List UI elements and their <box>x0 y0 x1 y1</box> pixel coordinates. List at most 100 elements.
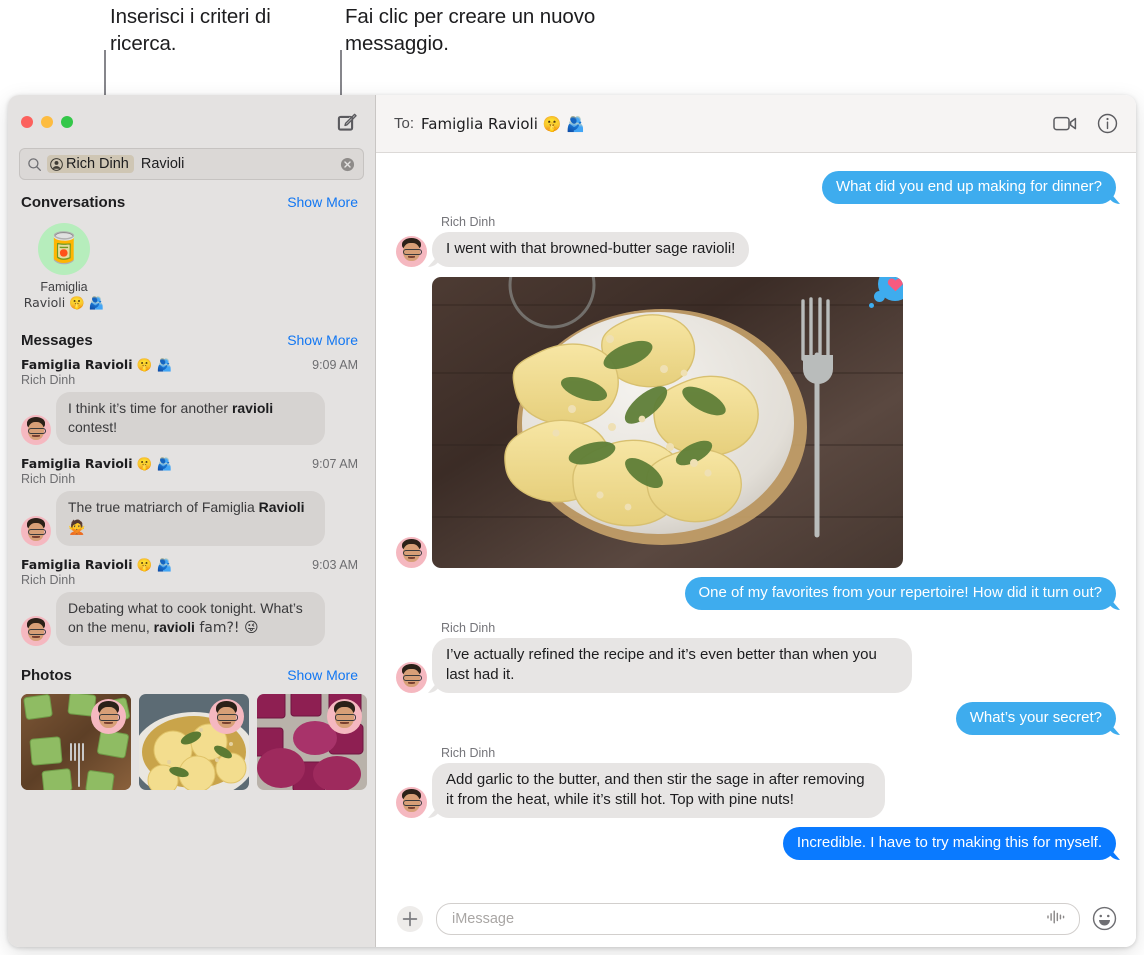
section-title: Photos <box>21 667 72 684</box>
message-result-item[interactable]: Famiglia Ravioli 🤫 🫂 9:09 AM Rich Dinh I… <box>8 355 375 454</box>
message-input[interactable]: iMessage <box>436 903 1080 935</box>
show-more-conversations-link[interactable]: Show More <box>287 194 358 210</box>
message-preview: Debating what to cook tonight. What’s on… <box>56 592 325 646</box>
person-icon <box>50 157 63 171</box>
conversation-header: To: Famiglia Ravioli 🤫 🫂 <box>376 95 1136 153</box>
search-token-label: Rich Dinh <box>66 156 129 172</box>
message-bubble: Incredible. I have to try making this fo… <box>782 827 1116 860</box>
to-label: To: <box>394 115 415 132</box>
conversation-name: Famiglia Ravioli 🤫 🫂 <box>22 280 106 310</box>
conversation-name-line2: Ravioli 🤫 🫂 <box>23 295 105 310</box>
heart-icon <box>887 278 903 291</box>
message-input-placeholder: iMessage <box>452 911 515 927</box>
search-token-contact[interactable]: Rich Dinh <box>47 155 134 173</box>
preview-post: fam?! 😜 <box>194 620 259 636</box>
photo-result-item[interactable] <box>139 694 249 790</box>
close-button[interactable] <box>21 115 33 128</box>
minimize-button[interactable] <box>41 115 53 128</box>
message-composer: iMessage <box>376 891 1136 947</box>
avatar <box>396 662 427 693</box>
message-thread-name: Famiglia Ravioli 🤫 🫂 <box>21 557 173 572</box>
preview-match: Ravioli <box>258 499 305 515</box>
avatar <box>21 516 51 546</box>
photo-sender-avatar <box>91 699 126 734</box>
incoming-message: Rich Dinh I’ve actually refined the reci… <box>396 621 912 693</box>
preview-match: ravioli <box>231 400 274 416</box>
message-preview: I think it’s time for another ravioli co… <box>56 392 325 445</box>
message-timestamp: 9:03 AM <box>312 558 358 572</box>
section-header-conversations: Conversations Show More <box>8 190 375 215</box>
message-timestamp: 9:09 AM <box>312 358 358 372</box>
message-timestamp: 9:07 AM <box>312 457 358 471</box>
message-bubble: What did you end up making for dinner? <box>822 171 1116 204</box>
section-header-photos: Photos Show More <box>8 663 375 688</box>
incoming-message: Rich Dinh Add garlic to the butter, and … <box>396 746 885 818</box>
message-results: Famiglia Ravioli 🤫 🫂 9:09 AM Rich Dinh I… <box>8 353 375 655</box>
message-thread[interactable]: What did you end up making for dinner? R… <box>376 153 1136 891</box>
info-icon <box>1097 113 1118 134</box>
compose-icon <box>337 113 357 131</box>
message-bubble: Add garlic to the butter, and then stir … <box>432 763 885 818</box>
avatar <box>21 415 51 445</box>
search-input[interactable]: Ravioli <box>139 156 335 172</box>
conversation-avatar: 🥫 <box>38 223 90 275</box>
compose-new-message-button[interactable] <box>336 111 358 133</box>
zoom-button[interactable] <box>61 115 73 128</box>
preview-pre: The true matriarch of Famiglia <box>68 499 259 515</box>
message-sender-name: Rich Dinh <box>441 215 496 229</box>
callout-compose-label: Fai clic per creare un nuovo messaggio. <box>345 5 596 55</box>
photo-result-item[interactable] <box>21 694 131 790</box>
message-result-item[interactable]: Famiglia Ravioli 🤫 🫂 9:03 AM Rich Dinh D… <box>8 555 375 655</box>
sidebar: Rich Dinh Ravioli Conversations Show Mor… <box>8 95 376 947</box>
outgoing-message: One of my favorites from your repertoire… <box>684 577 1116 610</box>
audio-waveform-icon <box>1047 910 1065 923</box>
avatar <box>396 537 427 568</box>
conversation-result-item[interactable]: 🥫 Famiglia Ravioli 🤫 🫂 <box>22 223 106 310</box>
video-camera-icon <box>1053 116 1077 131</box>
clear-search-icon[interactable] <box>340 157 355 172</box>
show-more-messages-link[interactable]: Show More <box>287 332 358 348</box>
photo-sender-avatar <box>327 699 362 734</box>
message-bubble: I’ve actually refined the recipe and it’… <box>432 638 912 693</box>
tapback-heart-reaction[interactable] <box>869 277 903 308</box>
callout-search-label: Inserisci i criteri di ricerca. <box>110 5 271 55</box>
preview-pre: I think it’s time for another <box>68 400 232 416</box>
audio-message-button[interactable] <box>1045 909 1067 930</box>
incoming-message: Rich Dinh I went with that browned-butte… <box>396 215 750 267</box>
message-bubble: I went with that browned-butter sage rav… <box>432 232 750 267</box>
message-bubble: What’s your secret? <box>955 702 1116 735</box>
avatar <box>396 236 427 267</box>
messages-window: Rich Dinh Ravioli Conversations Show Mor… <box>8 95 1136 947</box>
recipient-name[interactable]: Famiglia Ravioli 🤫 🫂 <box>421 115 585 133</box>
photo-attachment[interactable] <box>432 277 903 568</box>
show-more-photos-link[interactable]: Show More <box>287 667 358 683</box>
avatar <box>396 787 427 818</box>
message-sender: Rich Dinh <box>21 573 76 587</box>
search-results-list[interactable]: Conversations Show More 🥫 Famiglia Ravio… <box>8 190 375 947</box>
conversation-details-button[interactable] <box>1097 113 1118 134</box>
conversation-results: 🥫 Famiglia Ravioli 🤫 🫂 <box>8 215 375 316</box>
photo-result-item[interactable] <box>257 694 367 790</box>
conversation-name-line1: Famiglia <box>40 280 88 294</box>
smiley-icon <box>1092 906 1117 931</box>
message-result-item[interactable]: Famiglia Ravioli 🤫 🫂 9:07 AM Rich Dinh T… <box>8 454 375 555</box>
emoji-picker-button[interactable] <box>1092 906 1118 932</box>
message-sender-name: Rich Dinh <box>441 621 496 635</box>
preview-post: 🙅 <box>68 520 86 536</box>
plus-icon <box>397 906 423 932</box>
add-attachment-button[interactable] <box>396 905 424 933</box>
facetime-video-button[interactable] <box>1053 115 1077 132</box>
conversation-panel: To: Famiglia Ravioli 🤫 🫂 What did you en… <box>376 95 1136 947</box>
section-title: Conversations <box>21 194 126 211</box>
titlebar <box>8 95 375 148</box>
search-field[interactable]: Rich Dinh Ravioli <box>19 148 364 180</box>
search-icon <box>27 157 42 172</box>
section-header-messages: Messages Show More <box>8 328 375 353</box>
section-title: Messages <box>21 332 93 349</box>
preview-post: contest! <box>68 419 118 435</box>
outgoing-message: What’s your secret? <box>955 702 1116 735</box>
incoming-image-message <box>396 277 903 568</box>
avatar <box>21 616 51 646</box>
message-sender: Rich Dinh <box>21 373 76 387</box>
ravioli-plate-photo <box>432 277 903 568</box>
